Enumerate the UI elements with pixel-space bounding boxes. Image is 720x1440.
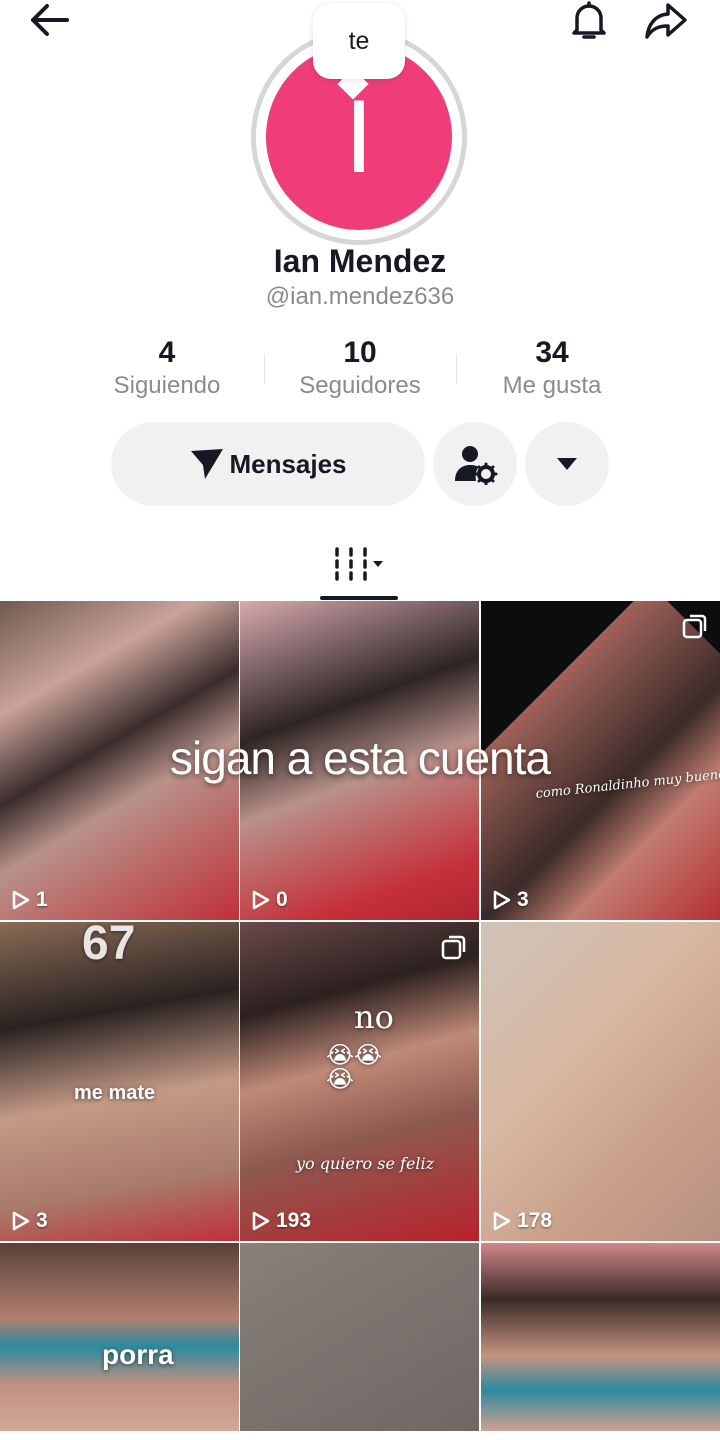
message-button-label: Mensajes <box>229 448 347 479</box>
note-bubble[interactable]: te <box>313 3 405 79</box>
grid-icon <box>335 547 383 581</box>
following-count: 4 <box>158 336 176 369</box>
share-button[interactable] <box>640 0 692 42</box>
content-tabs <box>0 530 720 600</box>
share-icon <box>645 3 687 39</box>
more-dropdown-button[interactable] <box>525 422 609 506</box>
video-top-text: no <box>354 998 394 1036</box>
profile-handle: @ian.mendez636 <box>265 283 455 310</box>
message-button[interactable]: Mensajes <box>111 422 425 506</box>
play-icon <box>12 890 30 910</box>
multi-photo-icon <box>682 614 707 639</box>
profile-name: Ian Mendez <box>273 243 447 279</box>
likes-count: 34 <box>535 336 569 369</box>
suggested-accounts-button[interactable] <box>433 422 517 506</box>
send-icon <box>191 449 224 479</box>
video-caption: yo quiero se feliz <box>296 1154 435 1173</box>
video-caption: me mate <box>74 1082 156 1104</box>
back-arrow-icon <box>31 4 69 36</box>
video-thumbnail[interactable]: 67 me mate 3 <box>0 922 239 1241</box>
video-thumbnail[interactable] <box>240 1243 479 1431</box>
stat-following[interactable]: 4 Siguiendo <box>70 336 264 400</box>
profile-stats: 4 Siguiendo 10 Seguidores 34 Me gusta <box>70 336 650 406</box>
play-icon <box>493 890 511 910</box>
tab-videos[interactable] <box>320 530 398 600</box>
notifications-button[interactable] <box>565 0 613 42</box>
video-emoji: 😭😭😭 <box>326 1042 383 1093</box>
note-text: te <box>348 26 370 55</box>
play-icon <box>252 1211 270 1231</box>
profile-actions: Mensajes <box>0 422 720 506</box>
video-thumbnail[interactable]: 178 <box>481 922 720 1241</box>
pinned-banner-text: sigan a esta cuenta <box>170 732 551 784</box>
following-label: Siguiendo <box>113 372 221 399</box>
back-button[interactable] <box>22 0 76 40</box>
stat-followers[interactable]: 10 Seguidores <box>263 336 457 400</box>
video-top-text: 67 <box>82 922 136 970</box>
stat-likes[interactable]: 34 Me gusta <box>455 336 649 400</box>
play-icon <box>12 1211 30 1231</box>
video-thumbnail[interactable] <box>481 1243 720 1431</box>
view-count: 178 <box>493 1209 552 1233</box>
caret-down-icon <box>557 458 577 470</box>
view-count: 3 <box>12 1209 48 1233</box>
tab-active-indicator <box>320 596 398 600</box>
multi-photo-icon <box>441 935 466 960</box>
followers-count: 10 <box>343 336 377 369</box>
view-count: 1 <box>12 888 48 912</box>
video-thumbnail[interactable]: no 😭😭😭 yo quiero se feliz 193 <box>240 922 479 1241</box>
view-count: 3 <box>493 888 529 912</box>
play-icon <box>252 890 270 910</box>
video-thumbnail[interactable]: porra <box>0 1243 239 1431</box>
video-caption: porra <box>102 1339 174 1370</box>
likes-label: Me gusta <box>502 372 602 399</box>
view-count: 0 <box>252 888 288 912</box>
person-gear-icon <box>455 446 498 485</box>
view-count: 193 <box>252 1209 311 1233</box>
play-icon <box>493 1211 511 1231</box>
bell-icon <box>572 1 606 39</box>
followers-label: Seguidores <box>299 372 421 399</box>
video-grid: 1 0 como Ronaldinho muy bueno e nel fuch… <box>0 601 720 1440</box>
